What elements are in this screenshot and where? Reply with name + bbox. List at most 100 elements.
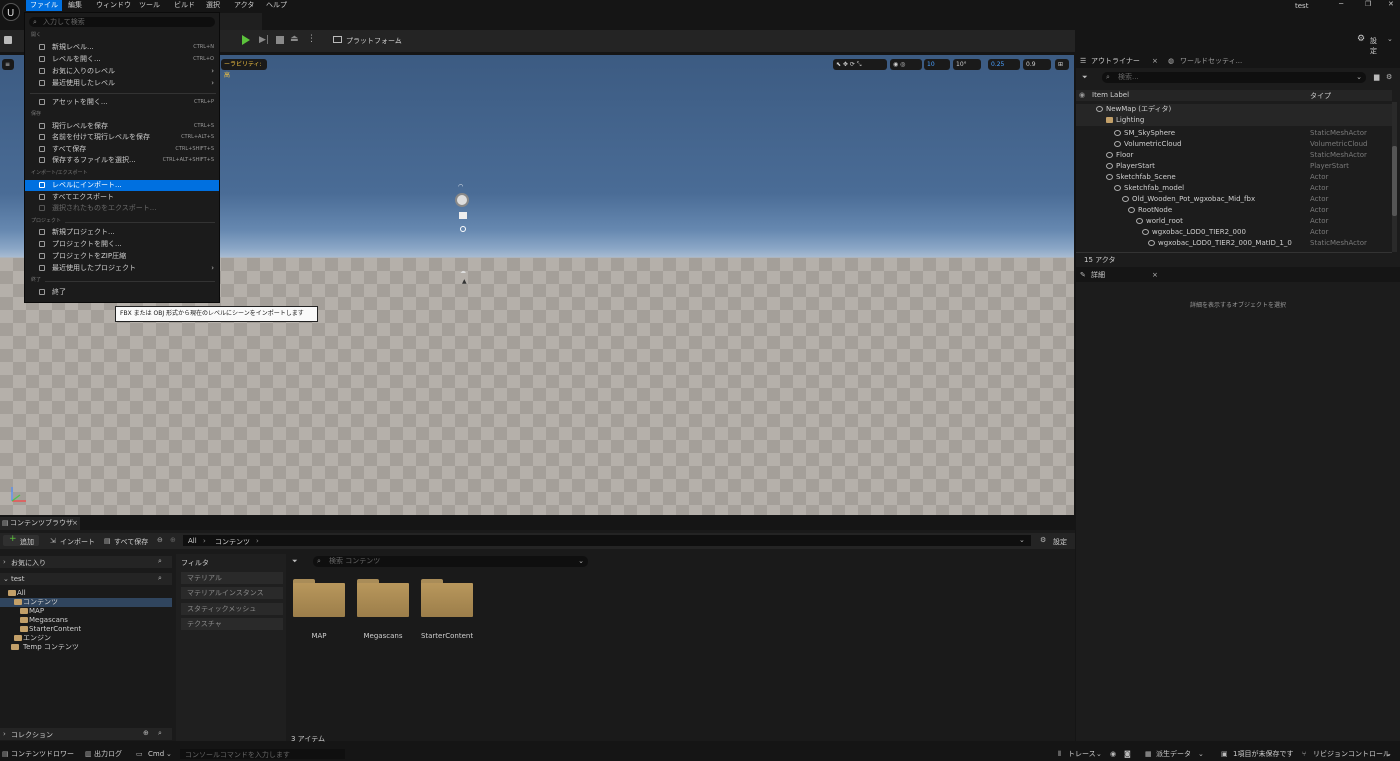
forward-icon[interactable]: ⊕: [170, 536, 176, 544]
camera-speed-button[interactable]: 0.9: [1023, 59, 1051, 70]
more-options-icon[interactable]: ⋮: [307, 34, 316, 44]
menu-build[interactable]: ビルド: [170, 0, 199, 11]
col-item-label[interactable]: Item Label: [1092, 91, 1129, 99]
collections-header[interactable]: › コレクション ⊕ ⌕: [0, 728, 172, 740]
outliner-row[interactable]: Sketchfab_model Actor: [1076, 183, 1392, 194]
folder-tile-starter-content[interactable]: [421, 579, 473, 617]
sky-atmosphere-icon[interactable]: ◠: [458, 183, 463, 190]
close-tab-icon[interactable]: ×: [1152, 57, 1158, 65]
player-start-icon[interactable]: ▲: [462, 278, 467, 285]
menu-item-export-all[interactable]: すべてエクスポート: [25, 192, 219, 203]
revision-control-button[interactable]: リビジョンコントロール: [1313, 750, 1390, 759]
outliner-row[interactable]: Lighting: [1076, 115, 1392, 126]
close-tab-icon[interactable]: ×: [72, 519, 78, 527]
cloud-icon[interactable]: ☁: [460, 268, 466, 275]
outliner-row[interactable]: PlayerStart PlayerStart: [1076, 161, 1392, 172]
search-icon[interactable]: ⌕: [158, 557, 162, 566]
filter-material[interactable]: マテリアル: [181, 572, 283, 584]
menu-item-save-level-as[interactable]: 名前を付けて現行レベルを保存 CTRL+ALT+S: [25, 132, 219, 143]
import-button[interactable]: インポート: [60, 537, 95, 547]
menu-item-open-level[interactable]: レベルを開く... CTRL+O: [25, 54, 219, 65]
minimize-icon[interactable]: ─: [1339, 0, 1343, 8]
outliner-row[interactable]: Floor StaticMeshActor: [1076, 150, 1392, 161]
platform-dropdown[interactable]: プラットフォーム: [346, 36, 402, 46]
col-type[interactable]: タイプ: [1310, 91, 1331, 101]
filter-material-instance[interactable]: マテリアルインスタンス: [181, 587, 283, 599]
eject-icon[interactable]: ⏏: [290, 34, 299, 44]
fog-icon[interactable]: [460, 226, 466, 232]
gear-icon[interactable]: ⚙: [1386, 73, 1392, 81]
menu-tools[interactable]: ツール: [135, 0, 164, 11]
breadcrumb-all[interactable]: All: [188, 537, 197, 545]
asset-search-input[interactable]: ⌕ 検索 コンテンツ ⌄: [313, 556, 588, 567]
add-button[interactable]: + 追加: [3, 534, 39, 546]
outliner-row[interactable]: NewMap (エディタ): [1076, 104, 1392, 115]
outliner-search-input[interactable]: ⌕ 検索... ⌄: [1102, 72, 1366, 83]
menu-item-recent-projects[interactable]: 最近使用したプロジェクト ›: [25, 263, 219, 274]
filter-icon[interactable]: ⏷: [292, 557, 298, 566]
search-icon[interactable]: ⌕: [158, 574, 162, 583]
stop-icon[interactable]: [276, 36, 284, 44]
step-icon[interactable]: ▶|: [259, 35, 269, 45]
tab-outliner[interactable]: アウトライナー: [1091, 55, 1140, 68]
menu-select[interactable]: 選択: [202, 0, 224, 11]
menu-item-choose-files-to-save[interactable]: 保存するファイルを選択... CTRL+ALT+SHIFT+S: [25, 155, 219, 166]
tree-item-map[interactable]: MAP: [29, 607, 44, 616]
add-collection-icon[interactable]: ⊕: [143, 729, 149, 737]
folder-tile-megascans[interactable]: [357, 579, 409, 617]
favorites-header[interactable]: › お気に入り ⌕: [0, 556, 172, 568]
back-icon[interactable]: ⊖: [157, 536, 163, 544]
outliner-row[interactable]: wgxobac_LOD0_TIER2_000 Actor: [1076, 227, 1392, 238]
menu-item-recent-levels[interactable]: 最近使用したレベル ›: [25, 78, 219, 89]
menu-item-new-project[interactable]: 新規プロジェクト...: [25, 227, 219, 238]
outliner-row[interactable]: world_root Actor: [1076, 216, 1392, 227]
close-tab-icon[interactable]: ×: [1152, 271, 1158, 279]
sky-light-icon[interactable]: [459, 212, 467, 219]
cmd-dropdown[interactable]: Cmd: [148, 750, 164, 759]
tab-world-settings[interactable]: ワールドセッティ...: [1180, 55, 1242, 68]
directional-light-icon[interactable]: [455, 193, 469, 207]
console-input[interactable]: コンソールコマンドを入力します: [180, 749, 345, 759]
menu-item-exit[interactable]: 終了: [25, 287, 219, 298]
menu-item-save-level[interactable]: 現行レベルを保存 CTRL+S: [25, 121, 219, 132]
menu-edit[interactable]: 編集: [64, 0, 86, 11]
menu-item-new-level[interactable]: 新規レベル... CTRL+N: [25, 42, 219, 53]
filter-static-mesh[interactable]: スタティックメッシュ: [181, 603, 283, 615]
coord-space-button[interactable]: ◉ ◎: [890, 59, 922, 70]
tree-item-temp-content[interactable]: Temp コンテンツ: [23, 643, 79, 652]
save-icon[interactable]: [4, 36, 12, 44]
scalability-warning[interactable]: ーラビリティ:高: [221, 59, 267, 79]
tab-details[interactable]: 詳細: [1091, 269, 1105, 282]
output-log-button[interactable]: 出力ログ: [94, 750, 122, 759]
maximize-viewport-icon[interactable]: ⊞: [1055, 59, 1069, 70]
camera-icon[interactable]: ◙: [1124, 750, 1131, 759]
scale-snap-button[interactable]: 0.25: [988, 59, 1020, 70]
close-window-icon[interactable]: ✕: [1388, 0, 1394, 8]
breadcrumb-content[interactable]: コンテンツ: [215, 537, 250, 547]
outliner-scrollbar[interactable]: [1392, 102, 1397, 252]
grid-snap-button[interactable]: 10: [924, 59, 950, 70]
menu-item-import-into-level[interactable]: レベルにインポート...: [25, 180, 219, 191]
outliner-row[interactable]: RootNode Actor: [1076, 205, 1392, 216]
folder-tile-map[interactable]: [293, 579, 345, 617]
maximize-icon[interactable]: ❐: [1365, 0, 1371, 8]
outliner-row[interactable]: Sketchfab_Scene Actor: [1076, 172, 1392, 183]
filter-icon[interactable]: ⏷: [1082, 73, 1088, 82]
project-header[interactable]: ⌄ test ⌕: [0, 573, 172, 585]
outliner-row[interactable]: wgxobac_LOD0_TIER2_000_MatID_1_0 StaticMe…: [1076, 238, 1392, 249]
viewport-menu-button[interactable]: ≡: [2, 59, 14, 70]
rotation-snap-button[interactable]: 10°: [953, 59, 981, 70]
tree-item-starter-content[interactable]: StarterContent: [29, 625, 81, 634]
add-folder-icon[interactable]: ▆: [1374, 73, 1379, 81]
outliner-row[interactable]: SM_SkySphere StaticMeshActor: [1076, 128, 1392, 139]
content-settings-button[interactable]: 設定: [1053, 537, 1067, 547]
menu-item-open-project[interactable]: プロジェクトを開く...: [25, 239, 219, 250]
menu-item-open-asset[interactable]: アセットを開く... CTRL+P: [25, 97, 219, 108]
tree-item-megascans[interactable]: Megascans: [29, 616, 68, 625]
tree-item-engine[interactable]: エンジン: [23, 634, 51, 643]
tree-item-content[interactable]: コンテンツ: [23, 598, 58, 607]
play-icon[interactable]: [242, 35, 250, 45]
tree-item-all[interactable]: All: [17, 589, 26, 598]
outliner-row[interactable]: VolumetricCloud VolumetricCloud: [1076, 139, 1392, 150]
search-icon[interactable]: ⌕: [158, 729, 162, 738]
